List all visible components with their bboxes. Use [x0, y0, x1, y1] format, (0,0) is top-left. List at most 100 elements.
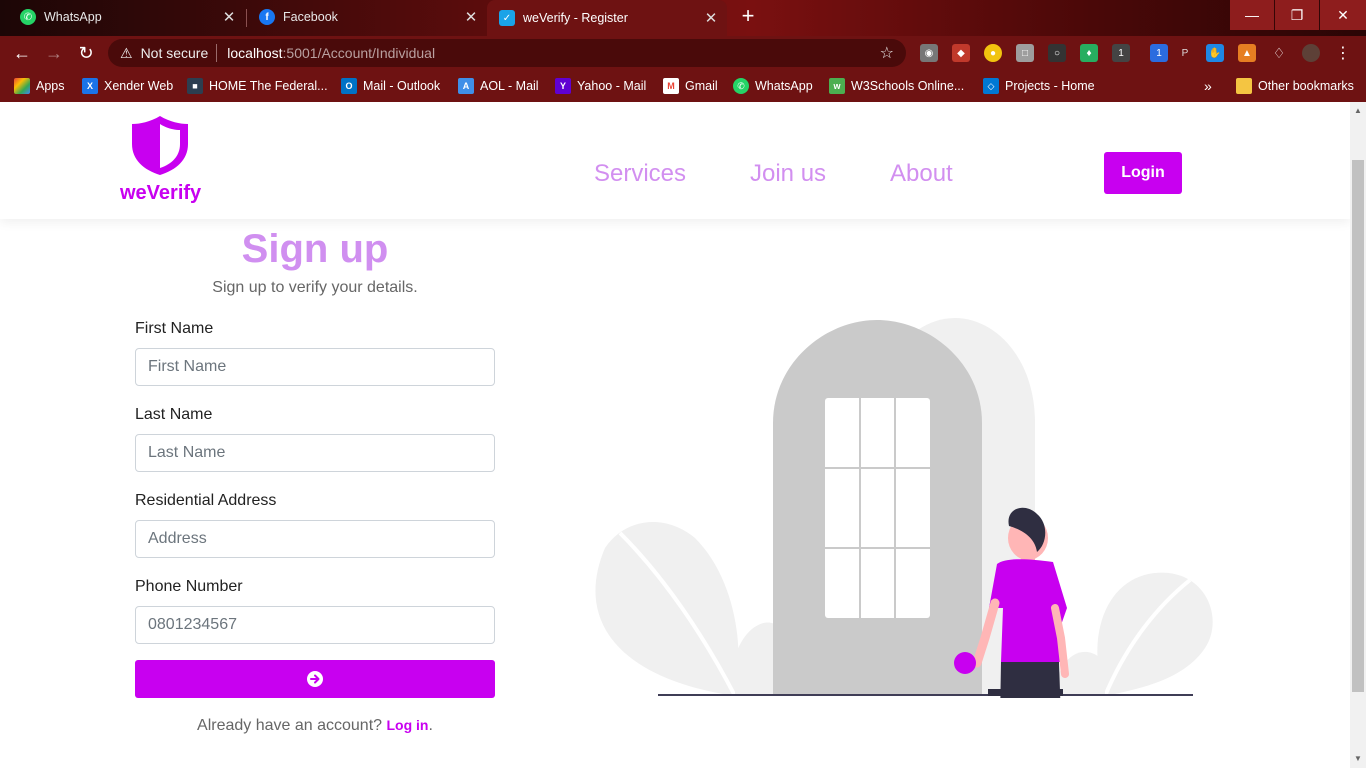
bookmark-whatsapp[interactable]: ✆ WhatsApp: [733, 76, 813, 96]
bookmarks-bar: Apps X Xender Web ■ HOME The Federal... …: [0, 70, 1366, 102]
bookmark-star-icon[interactable]: ☆: [880, 43, 894, 63]
submit-button[interactable]: [135, 660, 495, 698]
bookmark-apps[interactable]: Apps: [14, 76, 65, 96]
other-bookmarks-label: Other bookmarks: [1258, 79, 1354, 93]
chrome-extension-icon[interactable]: ●: [984, 44, 1002, 62]
nav-join-us[interactable]: Join us: [750, 160, 826, 188]
tab-weverify-register[interactable]: ✓ weVerify - Register ✕: [487, 0, 727, 36]
whatsapp-icon: ✆: [20, 9, 36, 25]
scroll-down-icon[interactable]: ▼: [1354, 754, 1362, 763]
nav-services[interactable]: Services: [594, 160, 686, 188]
site-header: weVerify Services Join us About Login: [0, 102, 1350, 219]
page-title: Sign up: [241, 227, 389, 271]
bookmark-projects[interactable]: ◇ Projects - Home: [983, 76, 1095, 96]
gmail-icon: M: [663, 78, 679, 94]
tab-title: Facebook: [283, 10, 338, 24]
first-name-label: First Name: [135, 320, 214, 337]
bookmark-label: Xender Web: [104, 79, 174, 93]
folder-icon: [1236, 78, 1252, 94]
bookmark-outlook[interactable]: O Mail - Outlook: [341, 76, 440, 96]
minimize-button[interactable]: —: [1230, 0, 1274, 30]
login-link[interactable]: Log in: [387, 717, 429, 733]
camera-extension-icon[interactable]: ◉: [920, 44, 938, 62]
already-text: Already have an account?: [197, 717, 383, 734]
login-prompt: Already have an account? Log in.: [135, 717, 495, 735]
first-name-field[interactable]: [135, 348, 495, 386]
facebook-icon: f: [259, 9, 275, 25]
close-icon[interactable]: ✕: [461, 8, 481, 26]
apps-grid-icon: [14, 78, 30, 94]
shield-logo-icon[interactable]: [130, 114, 190, 176]
signup-illustration: [595, 318, 1213, 698]
bookmark-aol[interactable]: A AOL - Mail: [458, 76, 539, 96]
warning-icon[interactable]: ⚠: [120, 45, 133, 62]
scrollbar-thumb[interactable]: [1352, 160, 1364, 692]
back-button[interactable]: ←: [10, 41, 34, 65]
new-tab-button[interactable]: +: [736, 5, 760, 29]
page-viewport: weVerify Services Join us About Login Si…: [0, 102, 1350, 768]
page-scrollbar[interactable]: ▲ ▼: [1350, 102, 1366, 768]
tab-whatsapp[interactable]: ✆ WhatsApp ✕: [0, 0, 245, 34]
security-label[interactable]: Not secure: [141, 45, 209, 61]
weverify-icon: ✓: [499, 10, 515, 26]
tab-title: weVerify - Register: [523, 11, 628, 25]
puzzle-icon[interactable]: ♢: [1270, 44, 1288, 62]
scroll-up-icon[interactable]: ▲: [1354, 106, 1362, 115]
hand-extension-icon[interactable]: ✋: [1206, 44, 1224, 62]
bookmark-label: Gmail: [685, 79, 718, 93]
nav-about[interactable]: About: [890, 160, 953, 188]
bookmark-label: Yahoo - Mail: [577, 79, 647, 93]
close-icon[interactable]: ✕: [701, 9, 721, 27]
federal-icon: ■: [187, 78, 203, 94]
address-field[interactable]: [135, 520, 495, 558]
bookmark-w3schools[interactable]: w W3Schools Online...: [829, 76, 964, 96]
address-bar[interactable]: ⚠ Not secure localhost :5001/Account/Ind…: [108, 39, 906, 67]
brand-name[interactable]: weVerify: [120, 182, 201, 205]
login-button[interactable]: Login: [1104, 152, 1182, 194]
count-extension-icon[interactable]: 1: [1150, 44, 1168, 62]
last-name-label: Last Name: [135, 406, 213, 423]
aol-icon: A: [458, 78, 474, 94]
close-icon[interactable]: ✕: [219, 8, 239, 26]
url-path: :5001/Account/Individual: [282, 45, 436, 61]
bookmark-label: AOL - Mail: [480, 79, 539, 93]
badge-extension-icon[interactable]: 1: [1112, 44, 1130, 62]
close-window-button[interactable]: ✕: [1320, 0, 1366, 30]
login-suffix: .: [428, 717, 433, 734]
bookmark-xender[interactable]: X Xender Web: [82, 76, 173, 96]
outlook-icon: O: [341, 78, 357, 94]
phone-label: Phone Number: [135, 578, 243, 595]
browser-toolbar: ← → ↻ ⚠ Not secure localhost :5001/Accou…: [0, 36, 1366, 70]
tab-facebook[interactable]: f Facebook ✕: [239, 0, 487, 34]
xender-icon: X: [82, 78, 98, 94]
url-host: localhost: [227, 45, 283, 61]
other-bookmarks[interactable]: Other bookmarks: [1236, 76, 1354, 96]
reload-button[interactable]: ↻: [74, 41, 98, 65]
omnibox-divider: [216, 44, 218, 62]
bookmark-yahoo[interactable]: Y Yahoo - Mail: [555, 76, 646, 96]
tab-title: WhatsApp: [44, 10, 102, 24]
megaphone-extension-icon[interactable]: ▲: [1238, 44, 1256, 62]
yahoo-icon: Y: [555, 78, 571, 94]
phone-field[interactable]: [135, 606, 495, 644]
address-label: Residential Address: [135, 492, 277, 509]
arrow-circle-right-icon: [307, 671, 323, 687]
page-extension-icon[interactable]: □: [1016, 44, 1034, 62]
bookmark-label: W3Schools Online...: [851, 79, 965, 93]
tracker-extension-icon[interactable]: ○: [1048, 44, 1066, 62]
restore-button[interactable]: ❐: [1275, 0, 1319, 30]
bookmark-label: Projects - Home: [1005, 79, 1095, 93]
forward-button[interactable]: →: [42, 41, 66, 65]
bookmark-federal[interactable]: ■ HOME The Federal...: [187, 76, 328, 96]
last-name-field[interactable]: [135, 434, 495, 472]
bookmarks-overflow-button[interactable]: »: [1204, 76, 1212, 96]
avatar[interactable]: [1302, 44, 1320, 62]
projects-icon: ◇: [983, 78, 999, 94]
bookmark-label: Mail - Outlook: [363, 79, 441, 93]
bookmark-gmail[interactable]: M Gmail: [663, 76, 718, 96]
browser-tab-bar: ✆ WhatsApp ✕ f Facebook ✕ ✓ weVerify - R…: [0, 0, 1366, 36]
shield-extension-icon[interactable]: ◆: [952, 44, 970, 62]
p-extension-icon[interactable]: P: [1176, 44, 1194, 62]
adblock-extension-icon[interactable]: ♦: [1080, 44, 1098, 62]
menu-kebab-icon[interactable]: ⋮: [1334, 44, 1352, 62]
